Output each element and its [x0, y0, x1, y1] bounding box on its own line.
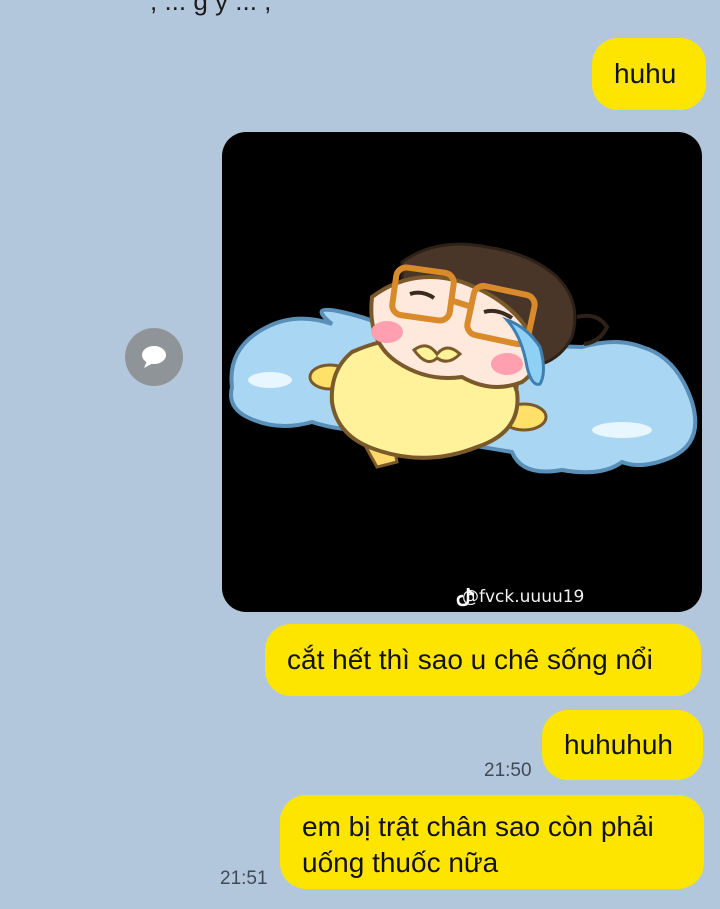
message-bubble[interactable]: em bị trật chân sao còn phải uống thuốc … [280, 795, 704, 889]
message-text: huhu [614, 58, 677, 89]
message-text-line-1: em bị trật chân sao còn phải [302, 811, 654, 842]
message-text: cắt hết thì sao u chê sống nổi [287, 644, 653, 675]
message-bubble-huhu[interactable]: huhu [592, 38, 706, 110]
message-text: huhuhuh [564, 729, 674, 760]
message-timestamp: 21:51 [220, 868, 268, 889]
message-bubble[interactable]: huhuhuh [542, 710, 703, 780]
message-text-line-2: uống thuốc nữa [302, 847, 499, 878]
watermark-handle: @fvck.uuuu19 [462, 587, 585, 607]
sticker-image[interactable]: @fvck.uuuu19 [222, 132, 702, 612]
speech-bubble-icon [142, 346, 166, 368]
message-timestamp: 21:50 [484, 760, 532, 781]
share-button[interactable] [125, 328, 183, 386]
crying-character-illustration [229, 242, 698, 607]
previous-message-fragment: , ... g y ... , [150, 0, 272, 16]
message-bubble[interactable]: cắt hết thì sao u chê sống nổi [265, 624, 701, 696]
